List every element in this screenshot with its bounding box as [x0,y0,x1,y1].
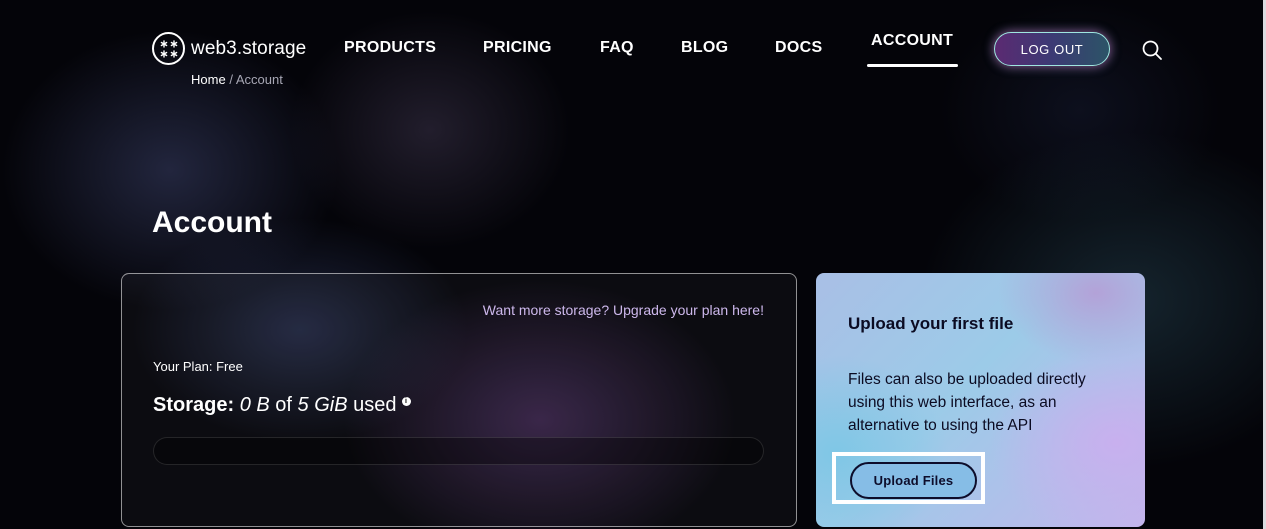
upload-card-description: Files can also be uploaded directly usin… [848,371,1086,434]
upgrade-plan-link[interactable]: Want more storage? Upgrade your plan her… [483,302,764,318]
nav-docs[interactable]: DOCS [775,39,822,57]
storage-used-value: 0 B [239,394,270,416]
site-logo[interactable]: web3.storage [152,32,306,65]
search-button[interactable] [1140,38,1164,62]
storage-of-text: of [275,394,292,416]
info-icon[interactable]: i [401,397,411,406]
plan-label: Your Plan: Free [153,359,243,374]
breadcrumb-separator: / [229,72,233,87]
upload-card: Upload your first file Files can also be… [816,273,1145,527]
site-header: web3.storage PRODUCTS PRICING FAQ BLOG D… [0,0,1266,110]
storage-used-text: used [353,394,397,416]
storage-total-value: 5 GiB [297,394,348,416]
page-title: Account [152,206,272,239]
logout-button[interactable]: LOG OUT [994,32,1110,66]
breadcrumb-home[interactable]: Home [191,72,226,87]
storage-label: Storage: [153,394,235,416]
nav-products[interactable]: PRODUCTS [344,39,436,57]
storage-usage: Storage: 0 B of 5 GiB used i [153,394,411,417]
nav-active-indicator [867,64,958,67]
storage-card: Want more storage? Upgrade your plan her… [121,273,797,527]
upload-files-button[interactable]: Upload Files [850,462,977,499]
nav-faq[interactable]: FAQ [600,39,634,57]
storage-progress-bar [153,437,764,465]
logo-text: web3.storage [191,37,307,59]
web3-storage-logo-icon [152,32,185,65]
nav-blog[interactable]: BLOG [681,39,728,57]
upload-card-title: Upload your first file [848,314,1014,333]
breadcrumb-current: Account [235,72,283,87]
nav-pricing[interactable]: PRICING [483,39,552,57]
breadcrumb: Home / Account [191,72,283,87]
search-icon [1142,40,1162,60]
nav-account[interactable]: ACCOUNT [871,32,953,50]
upload-button-highlight: Upload Files [832,452,985,504]
